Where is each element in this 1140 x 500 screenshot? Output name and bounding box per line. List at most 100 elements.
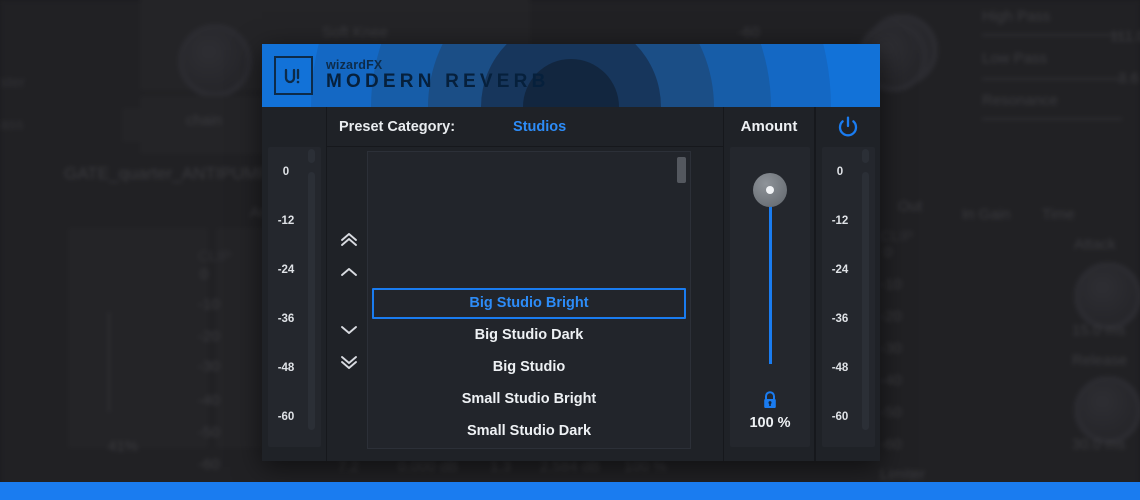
bg-line	[108, 312, 110, 412]
meter-clip-indicator	[308, 149, 315, 163]
preset-list-scrollbar[interactable]	[677, 157, 686, 183]
bg-clip-label: CLIP	[198, 248, 232, 265]
bg-release-value: 30.0 ms	[1072, 436, 1126, 453]
brand-text: wizardFX MODERN REVERB	[326, 58, 550, 93]
bg-line	[982, 118, 1122, 120]
amount-value: 100 %	[749, 415, 791, 431]
bg-attack-label: Attack	[1074, 236, 1116, 253]
bg-meter-tick: -20	[198, 328, 220, 345]
amount-column: Amount 100 %	[723, 107, 815, 461]
output-meter: 0 -12 -24 -36 -48 -60	[822, 147, 875, 447]
bg-attack-value: 15.0 ms	[1072, 322, 1126, 339]
modern-reverb-plugin-window: wizardFX MODERN REVERB 0 -12 -24 -36 -48…	[262, 44, 880, 461]
list-item[interactable]: Small Studio Dark	[368, 415, 690, 447]
bg-in-gain-label: In Gain	[962, 206, 1011, 223]
meter-clip-indicator	[862, 149, 869, 163]
bg-meter-tick: -30	[198, 358, 220, 375]
amount-slider-track[interactable]	[768, 190, 772, 364]
preset-browser-column: Preset Category: Studios Big Studio Brig…	[327, 107, 723, 461]
output-meter-scale: 0 -12 -24 -36 -48 -60	[822, 147, 858, 447]
amount-slider-pane: 100 %	[730, 147, 810, 447]
bg-high-pass-value: 111.0	[1110, 28, 1140, 45]
list-item[interactable]: Big Studio Dark	[368, 319, 690, 351]
list-item[interactable]: Big Studio Bright	[372, 288, 686, 319]
bg-meter-tick: -30	[880, 340, 902, 357]
bg-misc-label: ster	[0, 74, 26, 91]
plugin-body: 0 -12 -24 -36 -48 -60 Preset Category: S…	[262, 107, 880, 461]
bg-time-label: Time	[1042, 206, 1075, 223]
list-item[interactable]: Big Studio	[368, 351, 690, 383]
bg-meter-tick: -60	[880, 436, 902, 453]
bg-low-pass-value: 3.6	[1118, 70, 1139, 87]
meter-tick: -36	[831, 313, 849, 325]
bg-preset-name: GATE_quarter_ANTIPUMP	[64, 164, 270, 183]
bg-low-pass-label: Low Pass	[982, 50, 1048, 67]
amount-label: Amount	[740, 118, 798, 135]
wave-square-logo-icon	[274, 56, 313, 95]
bg-soft-knee-label: Soft Knee	[322, 24, 388, 41]
meter-tick: -12	[277, 215, 295, 227]
chevron-down-icon[interactable]	[337, 320, 361, 340]
preset-category-bar: Preset Category: Studios	[327, 107, 723, 147]
bg-clip-label: CLIP	[880, 228, 914, 245]
bg-line	[982, 78, 1122, 80]
meter-tick: -48	[277, 362, 295, 374]
meter-tick: -12	[831, 215, 849, 227]
meter-tick: 0	[282, 166, 290, 178]
bg-panel	[122, 108, 186, 142]
meter-tick: 0	[836, 166, 844, 178]
bg-resonance-label: Resonance	[982, 92, 1058, 109]
plugin-header: wizardFX MODERN REVERB	[262, 44, 880, 107]
chevron-up-icon[interactable]	[337, 261, 361, 281]
output-meter-column: 0 -12 -24 -36 -48 -60	[815, 107, 880, 461]
bg-meter-tick: -40	[198, 392, 220, 409]
meter-tick: -60	[831, 411, 849, 423]
bg-top-tick: -60	[738, 24, 760, 41]
meter-tick: -24	[277, 264, 295, 276]
preset-category-value[interactable]: Studios	[513, 119, 566, 135]
preset-list-items: Big Studio Bright Big Studio Dark Big St…	[368, 288, 690, 447]
meter-tick: -60	[277, 411, 295, 423]
bg-knob	[1074, 376, 1140, 444]
lock-closed-icon[interactable]	[761, 390, 779, 415]
bg-knob	[1074, 262, 1140, 330]
slider-knob-dot	[766, 186, 774, 194]
bg-meter-tick: -50	[880, 404, 902, 421]
bg-meter-tick: -20	[880, 308, 902, 325]
bg-meter-tick: -50	[198, 424, 220, 441]
list-item[interactable]: Small Studio Bright	[368, 383, 690, 415]
bg-out-label: Out	[898, 198, 923, 215]
input-meter-scale: 0 -12 -24 -36 -48 -60	[268, 147, 304, 447]
preset-list[interactable]: Big Studio Bright Big Studio Dark Big St…	[367, 151, 691, 449]
bottom-accent-strip	[0, 482, 1140, 500]
brand-logo: wizardFX MODERN REVERB	[274, 56, 550, 95]
bg-meter-tick: 0	[200, 266, 209, 283]
meter-tick: -36	[277, 313, 295, 325]
bg-panel	[68, 228, 208, 448]
input-meter-column: 0 -12 -24 -36 -48 -60	[262, 107, 327, 461]
bg-percent-value: 41%	[108, 438, 139, 455]
bg-bass-label: ass	[0, 116, 24, 133]
bg-high-pass-label: High Pass	[982, 8, 1051, 25]
meter-tick: -24	[831, 264, 849, 276]
bg-meter-tick: -10	[198, 296, 220, 313]
bg-meter-tick: -60	[198, 456, 220, 473]
bg-meter-tick: 0	[884, 244, 893, 261]
brand-product: MODERN REVERB	[326, 71, 550, 93]
meter-level-bar	[308, 172, 315, 430]
preset-nav-chevrons	[333, 147, 367, 461]
bg-meter-tick: -40	[880, 372, 902, 389]
power-icon	[838, 116, 857, 137]
input-meter: 0 -12 -24 -36 -48 -60	[268, 147, 321, 447]
bg-limiter-label: Limiter	[880, 466, 926, 483]
bg-release-label: Release	[1072, 352, 1128, 369]
bg-knob	[178, 24, 252, 98]
preset-category-label: Preset Category:	[339, 118, 456, 135]
meter-level-bar	[862, 172, 869, 430]
meter-tick: -48	[831, 362, 849, 374]
chevron-double-up-icon[interactable]	[337, 229, 361, 249]
chevron-double-down-icon[interactable]	[337, 352, 361, 372]
amount-slider-knob[interactable]	[753, 173, 787, 207]
power-button[interactable]	[815, 107, 880, 147]
bg-meter-tick: -10	[880, 276, 902, 293]
